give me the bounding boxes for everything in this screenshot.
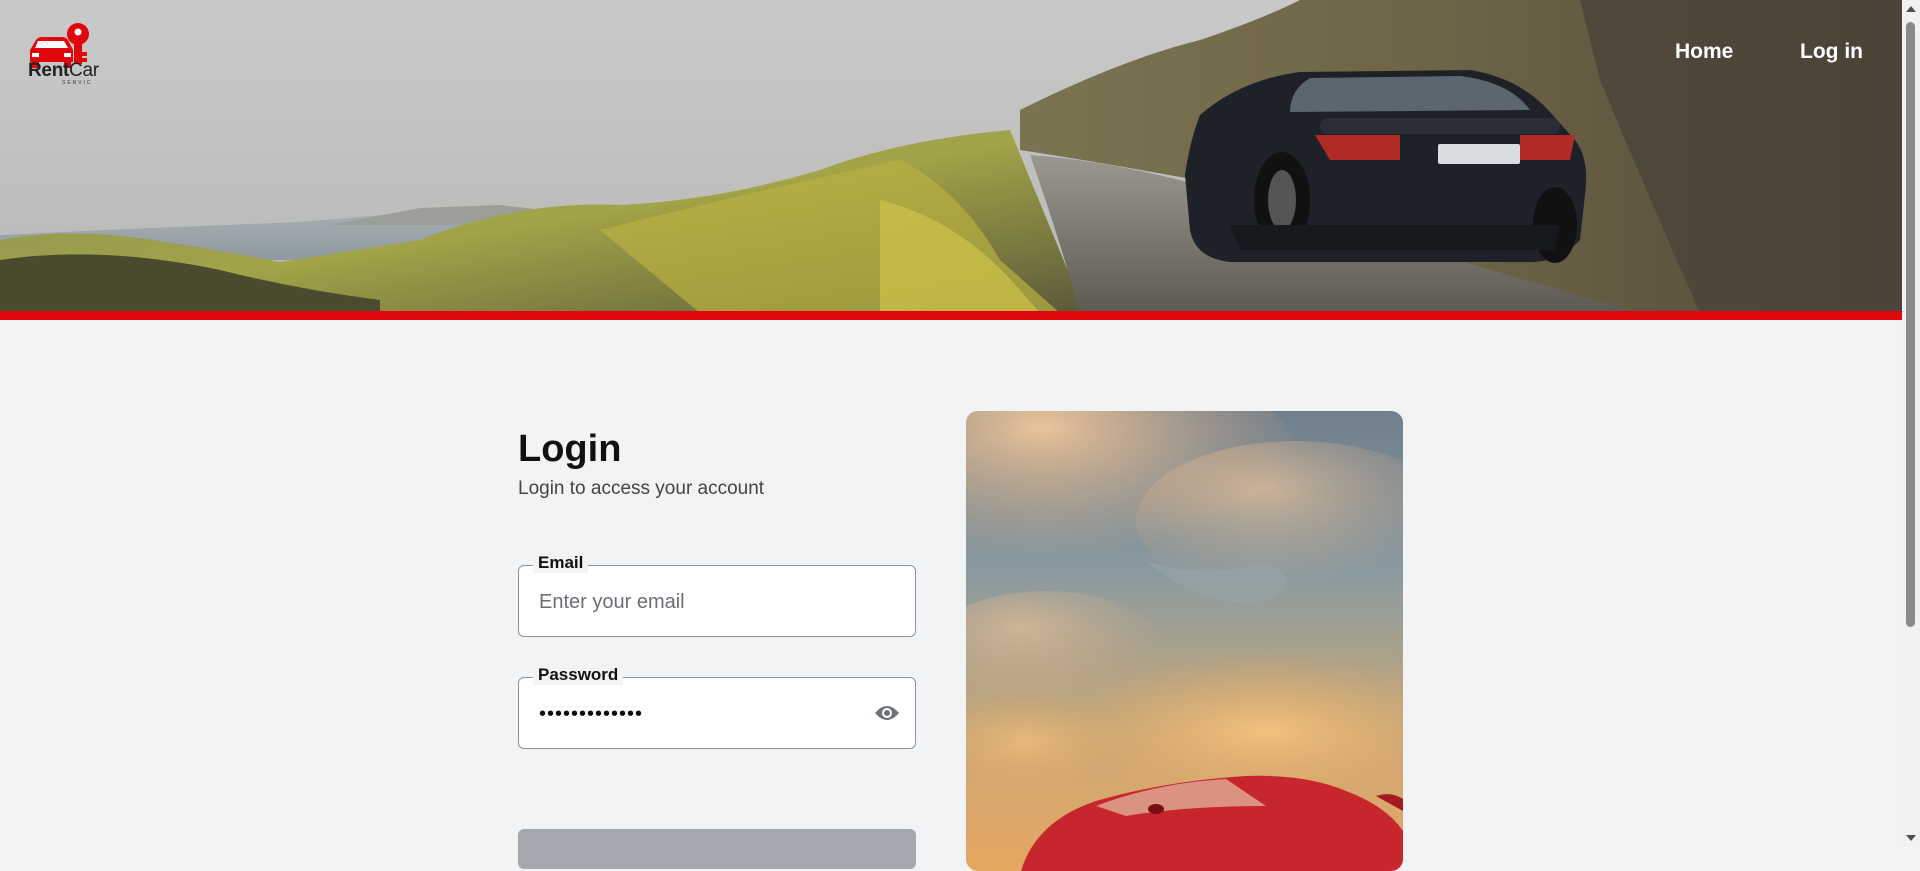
page-subtitle: Login to access your account xyxy=(518,478,765,499)
nav-home-link[interactable]: Home xyxy=(1675,40,1733,64)
scrollbar-thumb[interactable] xyxy=(1906,22,1915,627)
logo-wordmark: RentCar xyxy=(28,60,99,82)
car-illustration xyxy=(1185,70,1587,263)
login-submit-button[interactable] xyxy=(518,829,916,869)
password-input[interactable] xyxy=(539,700,879,728)
scroll-down-arrow-icon[interactable] xyxy=(1906,835,1916,841)
logo-text-regular: Car xyxy=(69,60,99,81)
eye-icon[interactable] xyxy=(873,702,901,724)
logo-subtext: SERVIC xyxy=(62,80,93,86)
password-label: Password xyxy=(533,665,624,685)
email-input[interactable] xyxy=(539,588,879,616)
nav-login-link[interactable]: Log in xyxy=(1800,40,1863,64)
hero-banner xyxy=(0,0,1902,313)
email-field: Email xyxy=(518,553,916,637)
scrollbar[interactable] xyxy=(1902,0,1920,847)
scroll-up-arrow-icon[interactable] xyxy=(1906,6,1916,12)
logo-text-bold: Rent xyxy=(28,60,70,81)
header-accent-strip xyxy=(0,311,1902,320)
password-field: Password xyxy=(518,665,916,749)
email-label: Email xyxy=(533,553,589,573)
side-image xyxy=(966,411,1403,871)
sunset-car-image xyxy=(966,411,1403,871)
hero-image xyxy=(0,0,1902,313)
page-title: Login xyxy=(518,428,622,470)
